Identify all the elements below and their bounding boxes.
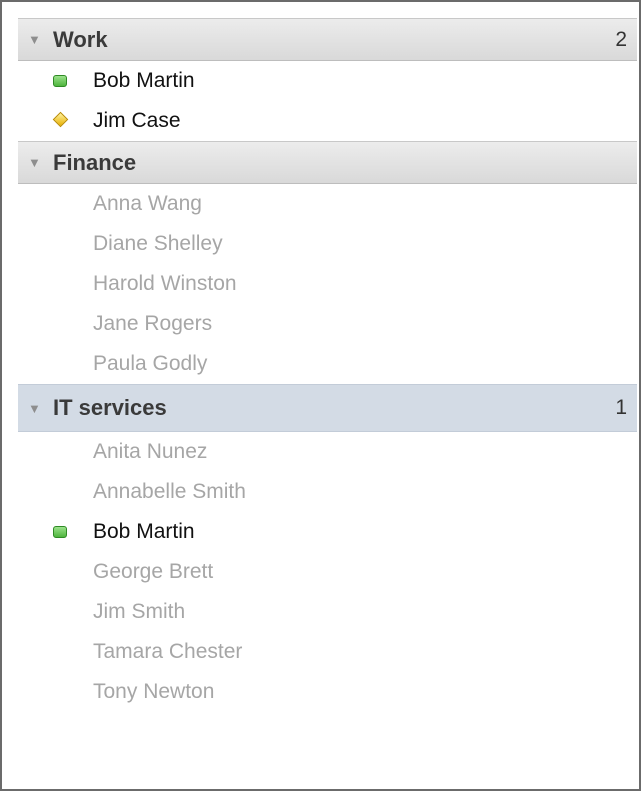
contact-name: Annabelle Smith [93, 480, 246, 503]
contact-item[interactable]: Anita Nunez [18, 432, 637, 472]
contact-item[interactable]: Anna Wang [18, 184, 637, 224]
group-online-count: 2 [615, 27, 627, 51]
contact-name: Anita Nunez [93, 440, 208, 463]
contact-item[interactable]: Diane Shelley [18, 224, 637, 264]
online-status-icon [50, 70, 72, 92]
contact-name: Jane Rogers [93, 312, 213, 335]
group-name: IT services [53, 395, 167, 420]
contact-name: Tamara Chester [93, 640, 243, 663]
contact-item[interactable]: Jim Smith [18, 592, 637, 632]
contact-item[interactable]: Jim Case [18, 101, 637, 141]
group-name: Finance [53, 149, 137, 175]
contact-item[interactable]: Jane Rogers [18, 304, 637, 344]
contact-name: Jim Smith [93, 600, 186, 623]
contact-list-panel: ▼ Work 2 Bob Martin Jim Case ▼ Finance Anna Wan… [0, 0, 641, 791]
contact-item[interactable]: Paula Godly [18, 344, 637, 384]
contact-name: Harold Winston [93, 272, 237, 295]
group-header-it-services[interactable]: ▼ IT services 1 [18, 384, 637, 432]
contact-item[interactable]: Annabelle Smith [18, 472, 637, 512]
contact-item[interactable]: Tamara Chester [18, 632, 637, 672]
contact-name: Paula Godly [93, 352, 208, 375]
contact-item[interactable]: Harold Winston [18, 264, 637, 304]
chevron-down-icon[interactable]: ▼ [28, 33, 41, 46]
contact-name: Diane Shelley [93, 232, 223, 255]
contact-name: Bob Martin [93, 520, 195, 543]
contact-name: Jim Case [93, 109, 181, 132]
contact-name: Bob Martin [93, 69, 195, 92]
online-status-icon [50, 521, 72, 543]
contact-name: Tony Newton [93, 680, 215, 703]
away-status-icon [50, 110, 72, 132]
chevron-down-icon[interactable]: ▼ [28, 402, 41, 415]
group-name: Work [53, 26, 108, 52]
contact-item[interactable]: Tony Newton [18, 672, 637, 712]
contact-list: ▼ Work 2 Bob Martin Jim Case ▼ Finance Anna Wan… [18, 18, 637, 712]
group-online-count: 1 [615, 396, 627, 419]
contact-name: George Brett [93, 560, 214, 583]
contact-item[interactable]: George Brett [18, 552, 637, 592]
chevron-down-icon[interactable]: ▼ [28, 156, 41, 169]
group-header-finance[interactable]: ▼ Finance [18, 141, 637, 184]
group-header-work[interactable]: ▼ Work 2 [18, 18, 637, 61]
contact-item[interactable]: Bob Martin [18, 512, 637, 552]
contact-name: Anna Wang [93, 192, 202, 215]
contact-item[interactable]: Bob Martin [18, 61, 637, 101]
